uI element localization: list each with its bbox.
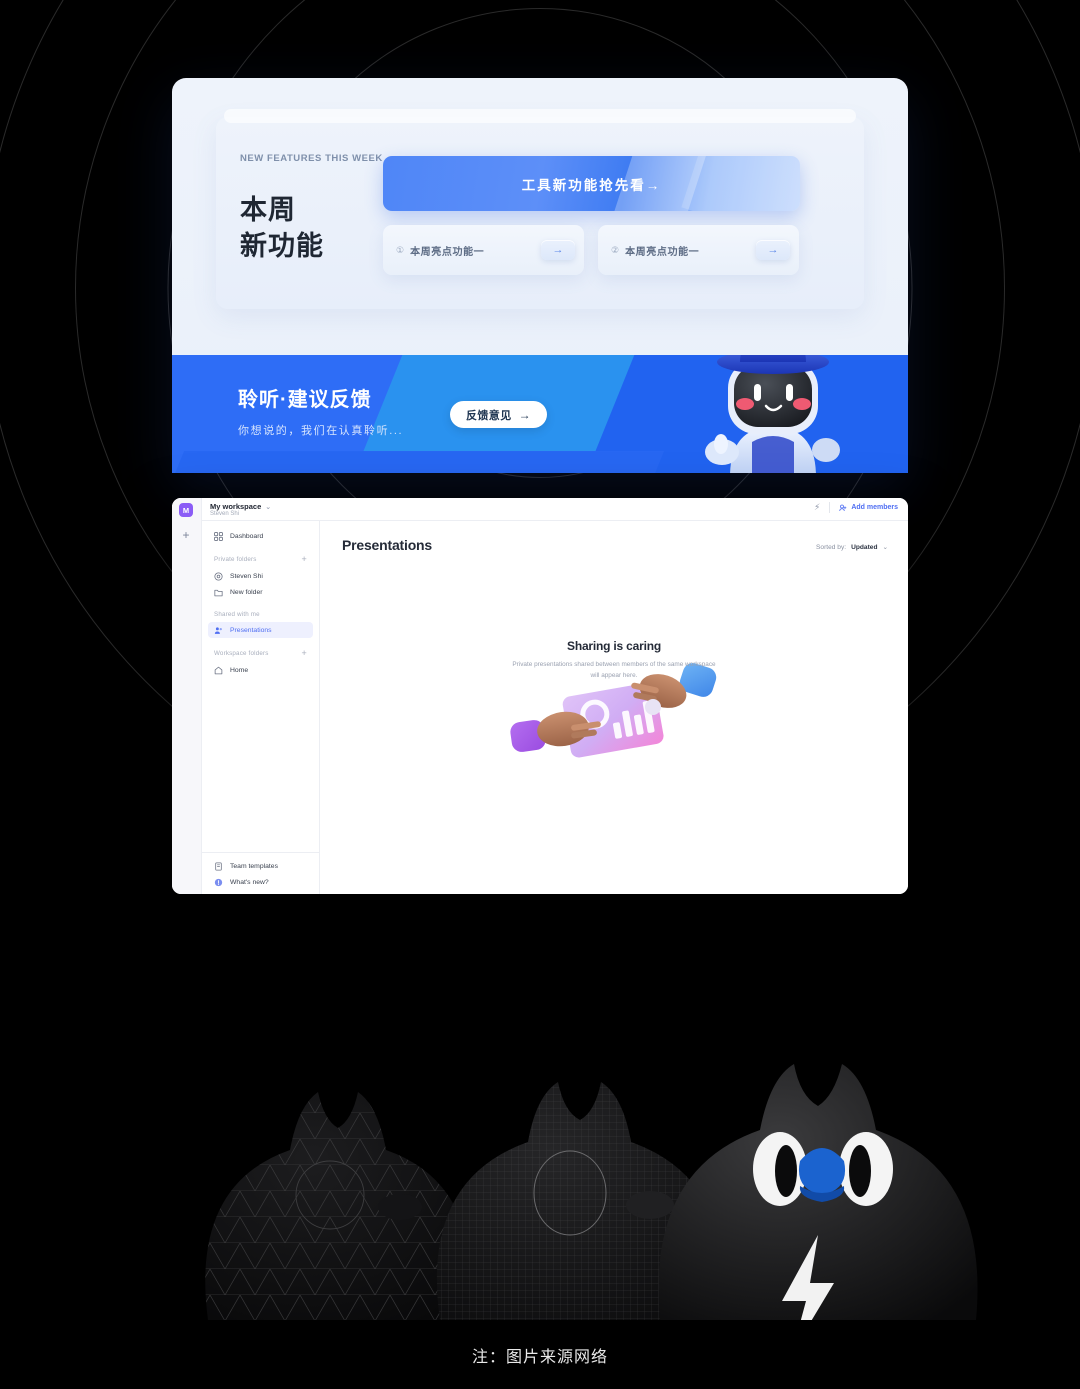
sidebar-group-workspace-folders: Workspace folders + [214,649,307,658]
sidebar-item-label: What's new? [230,878,269,886]
sidebar-group-label: Private folders [214,556,257,563]
add-workspace-folder-button[interactable]: + [302,649,307,658]
sidebar-item-dashboard[interactable]: Dashboard [208,528,313,544]
sidebar-group-shared-with-me: Shared with me [214,611,307,618]
arrow-right-icon[interactable]: → [756,240,790,260]
sidebar-item-new-folder[interactable]: New folder [208,584,313,600]
toolbar-divider [829,502,831,513]
penguin-mascots [0,905,1080,1320]
sidebar-item-team-templates[interactable]: Team templates [208,858,313,874]
sidebar-item-label: New folder [230,588,263,596]
people-add-icon [839,504,847,511]
sort-label: Sorted by: [816,543,847,551]
empty-state-title: Sharing is caring [567,639,661,653]
sidebar-item-home[interactable]: Home [208,662,313,678]
arrow-right-icon[interactable]: → [541,240,575,260]
sidebar-item-label: Presentations [230,626,272,634]
template-icon [214,861,223,871]
feature-card-1[interactable]: ① 本周亮点功能一 → [383,225,584,275]
folder-icon [214,588,223,597]
feedback-title: 聆听·建议反馈 [238,389,372,411]
hero-feature-banner[interactable]: 工具新功能抢先看→ [383,156,800,211]
banner-shape-d [172,451,665,473]
topbar-actions: ⚡ Add members [814,502,898,513]
feedback-subtitle: 你想说的，我们在认真聆听... [238,425,404,437]
robot-mascot-icon [705,355,840,473]
sort-selector[interactable]: Sorted by: Updated ⌄ [816,543,888,552]
image-caption: 注：图片来源网络 [471,1349,608,1366]
sidebar-group-label: Workspace folders [214,650,269,657]
feedback-button[interactable]: 反馈意见 → [450,401,547,428]
avatar[interactable]: M [179,503,193,517]
feature-card-2[interactable]: ② 本周亮点功能一 → [598,225,799,275]
sidebar: Dashboard Private folders + Steven Shi N… [202,521,320,894]
sidebar-footer: Team templates What's new? [202,852,319,890]
promo-eyebrow: NEW FEATURES THIS WEEK [240,153,383,164]
app-window: My workspace ⌄ Steven Shi ⚡ Add members … [172,498,908,894]
grid-icon [214,531,223,541]
sidebar-item-label: Dashboard [230,532,264,540]
sidebar-group-label: Shared with me [214,611,260,618]
app-rail: M + [172,498,202,894]
page-title: Presentations [342,537,432,553]
banner-sheen-2 [680,156,800,211]
feedback-button-label: 反馈意见 [466,409,512,422]
feature-label-2: 本周亮点功能一 [625,246,700,258]
whatsnew-icon [214,878,223,887]
sidebar-item-label: Steven Shi [230,572,263,580]
app-topbar: My workspace ⌄ Steven Shi ⚡ Add members [172,498,908,521]
lightning-icon[interactable]: ⚡ [814,502,820,513]
add-private-folder-button[interactable]: + [302,555,307,564]
workspace-name: My workspace [210,502,262,511]
home-icon [214,666,223,675]
add-members-button[interactable]: Add members [839,504,898,512]
add-workspace-button[interactable]: + [179,528,193,542]
feedback-banner: 聆听·建议反馈 你想说的，我们在认真聆听... 反馈意见 → [172,355,908,473]
empty-state: Sharing is caring Private presentations … [320,639,908,681]
sidebar-item-presentations[interactable]: Presentations [208,622,313,638]
feature-number-1: ① [396,244,405,255]
sidebar-group-private-folders: Private folders + [214,555,307,564]
add-members-label: Add members [851,504,898,511]
feature-card-row: ① 本周亮点功能一 → ② 本周亮点功能一 → [383,225,799,275]
promo-title-line2: 新功能 [240,230,324,261]
sort-value: Updated [851,543,878,551]
promo-title: 本周 新功能 [240,193,324,264]
main-content: Presentations Sorted by: Updated ⌄ Shari… [320,521,908,894]
chevron-down-icon: ⌄ [882,544,888,551]
sidebar-item-label: Home [230,666,249,674]
feature-label-1: 本周亮点功能一 [410,246,485,258]
chevron-down-icon: ⌄ [265,503,272,511]
workspace-user-name: Steven Shi [210,511,240,517]
page-root: NEW FEATURES THIS WEEK 本周 新功能 工具新功能抢先看→ … [0,0,1080,1389]
penguin-rendered [658,1064,978,1320]
sidebar-item-steven-shi[interactable]: Steven Shi [208,568,313,584]
promo-title-line1: 本周 [240,195,296,225]
arrow-right-icon: → [518,407,531,422]
feedback-text-block: 聆听·建议反馈 你想说的，我们在认真聆听... [238,383,403,438]
at-icon [214,571,223,581]
sidebar-item-whats-new[interactable]: What's new? [208,874,313,890]
people-icon [214,626,223,635]
feature-number-2: ② [611,244,620,255]
hero-banner-label: 工具新功能抢先看→ [521,177,662,193]
sidebar-item-label: Team templates [230,862,278,870]
empty-state-subtitle: Private presentations shared between mem… [512,661,716,680]
workspace-selector[interactable]: My workspace ⌄ [210,502,271,511]
